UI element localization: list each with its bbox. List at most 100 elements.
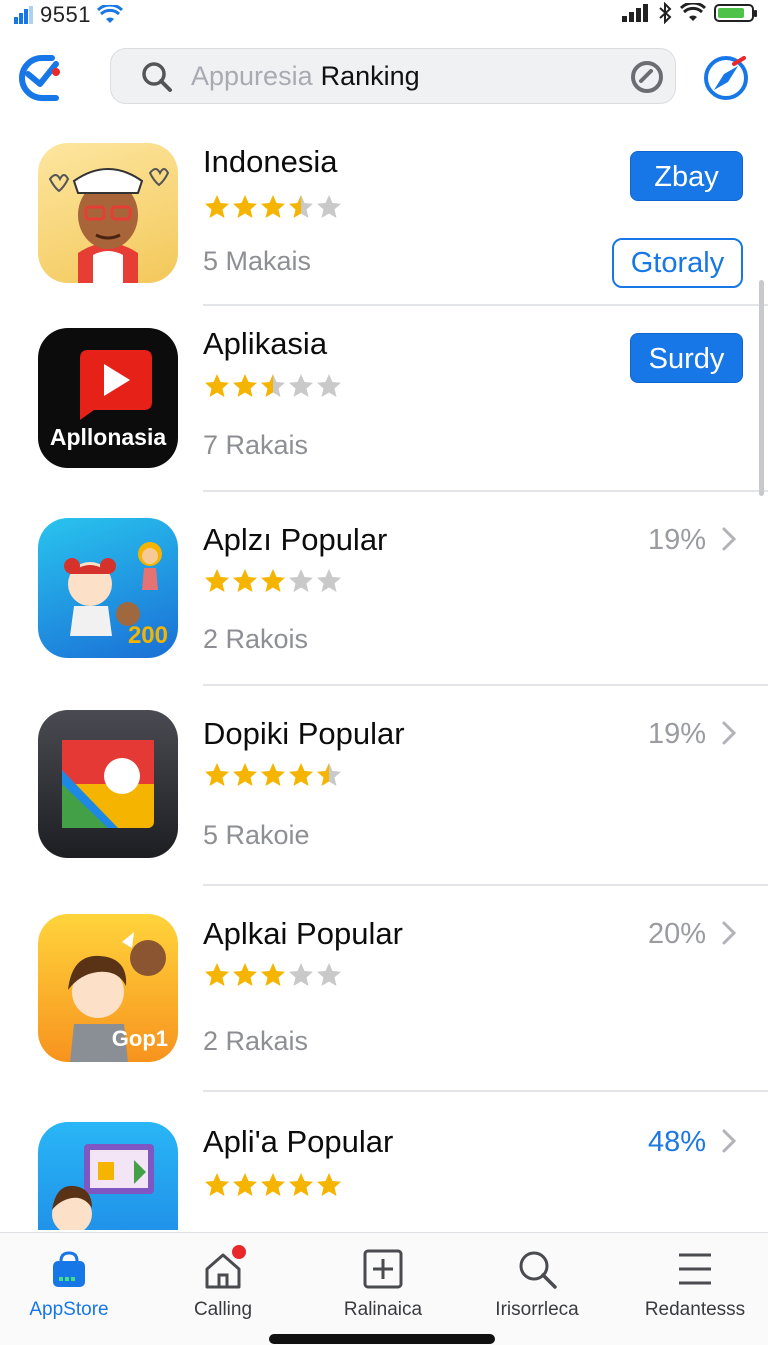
list-item[interactable]: Apli'a Popular 48% bbox=[0, 1092, 768, 1230]
scrollbar[interactable] bbox=[759, 280, 764, 496]
get-button-surdy[interactable]: Surdy bbox=[630, 333, 743, 383]
app-icon-indonesia bbox=[38, 143, 178, 283]
percent-label: 48% bbox=[647, 1126, 706, 1158]
wifi-icon-right bbox=[680, 3, 706, 21]
list-item[interactable]: Apllonasia Aplikasia 7 Rakais Surdy bbox=[0, 306, 768, 492]
star-icon bbox=[289, 374, 313, 397]
star-icon bbox=[233, 1173, 257, 1196]
tab-appstore[interactable]: AppStore bbox=[0, 1233, 144, 1333]
search-input[interactable]: Appuresia Ranking bbox=[191, 61, 420, 92]
status-left: 9551 bbox=[14, 2, 123, 28]
app-list: Indonesia 5 Makais Zbay Gtoraly Apllonas… bbox=[0, 120, 768, 1230]
list-item[interactable]: Dopiki Popular 5 Rakoie 19% bbox=[0, 686, 768, 886]
list-item[interactable]: Gop1 Aplkai Popular 2 Rakais 20% bbox=[0, 886, 768, 1092]
rating-stars bbox=[203, 762, 343, 788]
compass-button[interactable] bbox=[700, 52, 752, 104]
plus-square-icon bbox=[363, 1249, 403, 1289]
review-count: 2 Rakois bbox=[203, 624, 309, 654]
chevron-right-icon[interactable] bbox=[719, 1128, 739, 1154]
cellular-icon bbox=[622, 4, 648, 22]
tab-label: Redantesss bbox=[644, 1299, 746, 1320]
back-button[interactable] bbox=[12, 50, 68, 106]
review-count: 5 Rakoie bbox=[203, 820, 310, 850]
search-icon bbox=[142, 62, 172, 92]
app-icon-aplia bbox=[38, 1122, 178, 1230]
star-icon bbox=[233, 763, 257, 786]
star-icon bbox=[233, 569, 257, 592]
tab-irisorrleca[interactable]: Irisorrleca bbox=[462, 1233, 612, 1333]
star-icon bbox=[233, 963, 257, 986]
app-name: Aplikasia bbox=[203, 326, 328, 361]
wifi-icon bbox=[96, 5, 123, 23]
star-icon bbox=[289, 1173, 313, 1196]
compass-icon bbox=[704, 56, 748, 100]
star-icon bbox=[317, 569, 341, 592]
star-icon bbox=[261, 374, 285, 397]
clear-icon bbox=[631, 61, 663, 93]
tab-calling[interactable]: Calling bbox=[148, 1233, 298, 1333]
bluetooth-icon bbox=[659, 2, 672, 24]
back-arrow-icon bbox=[18, 55, 60, 101]
rating-stars bbox=[203, 373, 343, 399]
notification-badge bbox=[232, 1245, 246, 1259]
tab-label: AppStore bbox=[29, 1299, 109, 1320]
tab-label: Ralinaica bbox=[343, 1299, 423, 1320]
signal-icon bbox=[14, 6, 33, 24]
search-tab-icon bbox=[519, 1251, 557, 1289]
status-right bbox=[622, 2, 757, 24]
star-icon bbox=[205, 374, 229, 397]
rating-stars bbox=[203, 568, 343, 594]
app-name: Aplzı Popular bbox=[203, 522, 388, 557]
star-icon bbox=[317, 195, 341, 218]
star-icon bbox=[317, 963, 341, 986]
tab-ralinaica[interactable]: Ralinaica bbox=[308, 1233, 458, 1333]
app-name: Aplkai Popular bbox=[203, 916, 403, 951]
star-icon bbox=[261, 569, 285, 592]
list-item[interactable]: Indonesia 5 Makais Zbay Gtoraly bbox=[0, 120, 768, 306]
app-icon-aplikasia: Apllonasia bbox=[38, 328, 178, 468]
percent-label: 20% bbox=[647, 918, 706, 950]
outline-button-gtoraly[interactable]: Gtoraly bbox=[612, 238, 743, 288]
search-placeholder: Appuresia bbox=[191, 61, 313, 91]
review-count: 2 Rakais bbox=[203, 1026, 309, 1056]
header: Appuresia Ranking bbox=[0, 40, 768, 120]
star-icon bbox=[289, 195, 313, 218]
app-name: Dopiki Popular bbox=[203, 716, 405, 751]
clear-search-button[interactable] bbox=[629, 59, 665, 95]
rating-stars bbox=[203, 194, 343, 220]
get-button-zbay[interactable]: Zbay bbox=[630, 151, 743, 201]
list-item[interactable]: 200 Aplzı Popular 2 Rakois 19% bbox=[0, 492, 768, 686]
tab-redantesss[interactable]: Redantesss bbox=[620, 1233, 768, 1333]
star-icon bbox=[205, 963, 229, 986]
star-icon bbox=[289, 963, 313, 986]
star-icon bbox=[317, 1173, 341, 1196]
tab-bar: AppStore Calling Ralinaica Irisorrleca R… bbox=[0, 1232, 768, 1345]
chevron-right-icon[interactable] bbox=[719, 720, 739, 746]
app-icon-aplzi: 200 bbox=[38, 518, 178, 658]
star-icon bbox=[289, 569, 313, 592]
star-icon bbox=[205, 195, 229, 218]
app-icon-dopiki bbox=[38, 710, 178, 858]
star-icon bbox=[261, 763, 285, 786]
icon-caption: 200 bbox=[127, 622, 168, 649]
star-icon bbox=[261, 195, 285, 218]
search-query: Ranking bbox=[320, 61, 420, 91]
chevron-right-icon[interactable] bbox=[719, 920, 739, 946]
app-name: Indonesia bbox=[203, 144, 338, 179]
star-icon bbox=[317, 763, 341, 786]
percent-label: 19% bbox=[647, 524, 706, 556]
battery-icon bbox=[714, 4, 757, 22]
home-indicator bbox=[269, 1334, 495, 1344]
star-icon bbox=[233, 195, 257, 218]
rating-stars bbox=[203, 1172, 343, 1198]
percent-label: 19% bbox=[647, 718, 706, 750]
photos-icon bbox=[62, 740, 154, 828]
cartoon-chef-icon bbox=[48, 168, 170, 283]
review-count: 5 Makais bbox=[203, 246, 312, 276]
star-icon bbox=[289, 763, 313, 786]
chevron-right-icon[interactable] bbox=[719, 526, 739, 552]
review-count: 7 Rakais bbox=[203, 430, 309, 460]
status-time: 9551 bbox=[40, 2, 91, 27]
search-bar[interactable]: Appuresia Ranking bbox=[110, 48, 676, 104]
devices-icon bbox=[52, 1144, 154, 1230]
